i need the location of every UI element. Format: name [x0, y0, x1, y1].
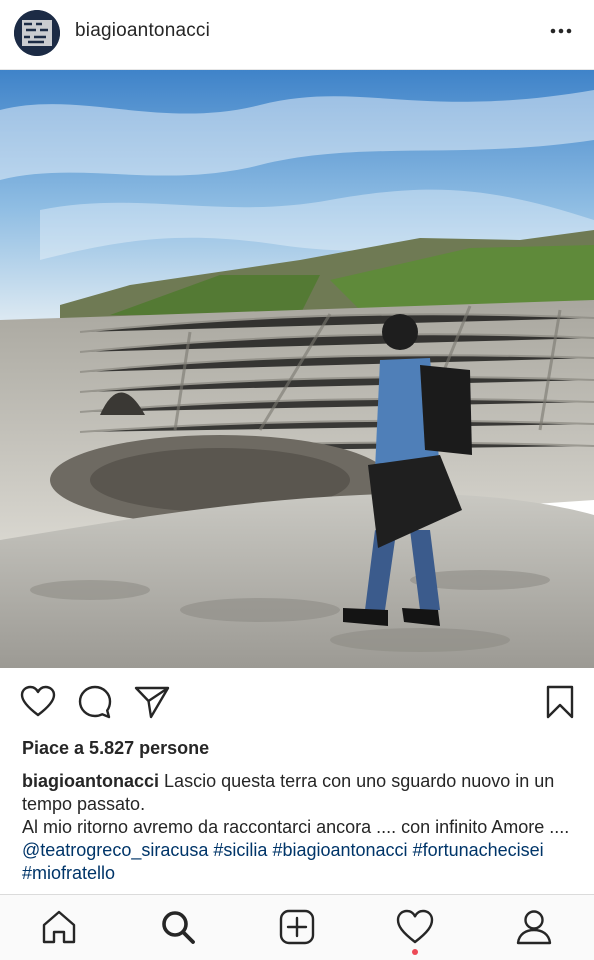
post-photo[interactable]: [0, 70, 594, 668]
likes-count[interactable]: Piace a 5.827 persone: [22, 738, 209, 759]
hashtag-link[interactable]: #sicilia: [213, 840, 267, 860]
avatar[interactable]: [14, 10, 60, 56]
bottom-tab-bar: [0, 894, 594, 960]
post-caption: biagioantonacci Lascio questa terra con …: [22, 770, 578, 885]
activity-icon[interactable]: [395, 907, 435, 947]
hashtag-link[interactable]: #biagioantonacci: [272, 840, 407, 860]
post-header: biagioantonacci: [0, 0, 594, 70]
add-icon[interactable]: [277, 907, 317, 947]
share-icon[interactable]: [134, 684, 170, 720]
profile-icon[interactable]: [514, 907, 554, 947]
bookmark-icon[interactable]: [542, 684, 578, 720]
post-username[interactable]: biagioantonacci: [75, 20, 210, 42]
notification-dot: [412, 949, 418, 955]
mention-link[interactable]: @teatrogreco_siracusa: [22, 840, 208, 860]
heart-icon[interactable]: [20, 684, 56, 720]
theatre-photo: [0, 70, 594, 668]
hashtag-link[interactable]: #fortunachecisei: [413, 840, 544, 860]
home-icon[interactable]: [39, 907, 79, 947]
comment-icon[interactable]: [77, 684, 113, 720]
caption-text-2: Al mio ritorno avremo da raccontarci anc…: [22, 817, 570, 837]
action-bar: [0, 668, 594, 734]
more-icon[interactable]: [548, 18, 574, 44]
caption-username[interactable]: biagioantonacci: [22, 771, 159, 791]
search-icon[interactable]: [158, 907, 198, 947]
hashtag-link[interactable]: #miofratello: [22, 863, 115, 883]
